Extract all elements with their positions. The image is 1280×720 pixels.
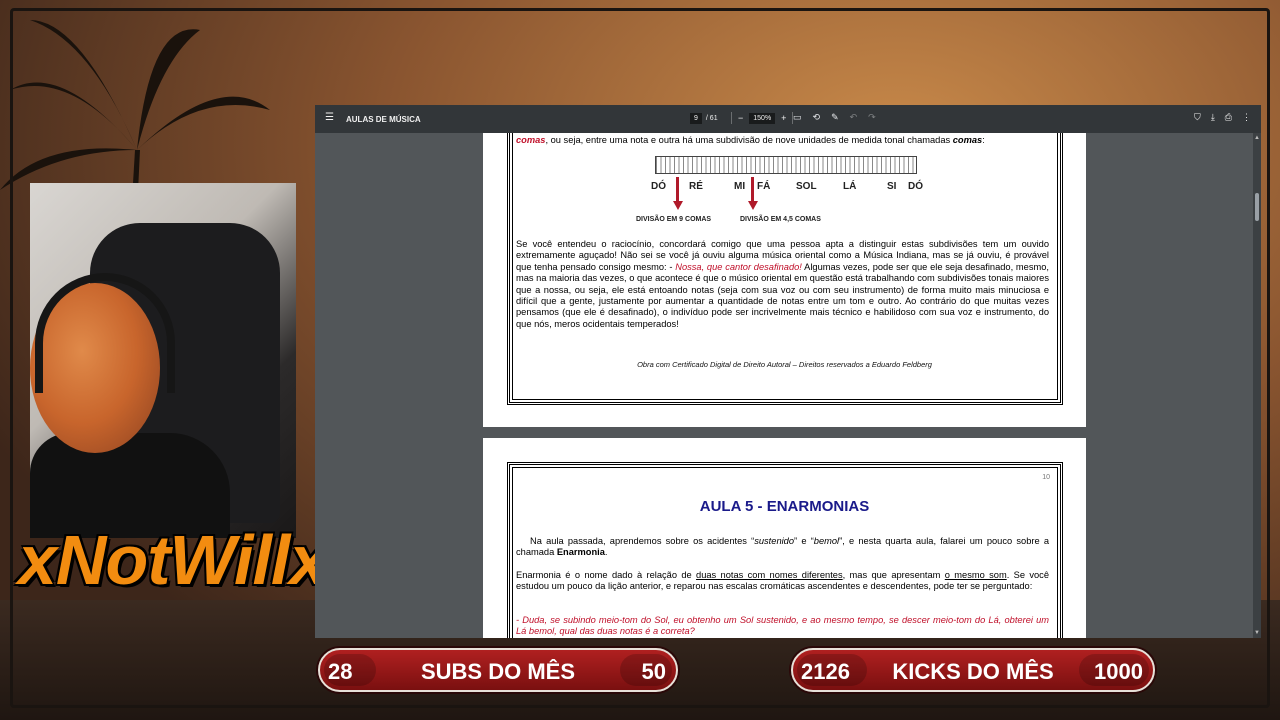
print-icon[interactable]: ⎙ (1225, 112, 1232, 123)
paragraph-ouvido: Se você entendeu o raciocínio, concordar… (516, 239, 1049, 330)
division-45-label: DIVISÃO EM 4,5 COMAS (740, 216, 821, 223)
toolbar-separator (731, 112, 732, 124)
pdf-toolbar: ☰ AULAS DE MÚSICA 9 / 61 − 150% + ▭ ⟲ ✎ … (315, 105, 1261, 133)
paragraph-intro: Na aula passada, aprendemos sobre os aci… (516, 536, 1049, 559)
rotate-icon[interactable]: ⟲ (813, 112, 821, 123)
p1-bemol: bemol (813, 536, 840, 546)
comma-ruler (655, 156, 917, 174)
scroll-thumb[interactable] (1255, 193, 1259, 221)
p1-text-a: Na aula passada, aprendemos sobre os aci… (530, 536, 755, 546)
download-icon[interactable]: ⤓ (1211, 112, 1215, 123)
p2-underline-1: duas notas com nomes diferentes (696, 570, 843, 580)
zoom-controls: − 150% + (731, 112, 794, 124)
division-9-label: DIVISÃO EM 9 COMAS (636, 216, 712, 223)
kicks-goal: 1000 (1094, 659, 1143, 684)
more-icon[interactable]: ⋮ (1242, 112, 1251, 123)
note-do: DÓ (651, 181, 666, 192)
page-number-input[interactable]: 9 (690, 113, 702, 124)
annotate-icon[interactable]: ✎ (831, 112, 839, 123)
note-fa: FÁ (757, 181, 771, 192)
menu-icon[interactable]: ☰ (325, 113, 335, 123)
page-number: 10 (1042, 474, 1050, 481)
pdf-page-10: 10 AULA 5 - ENARMONIAS Na aula passada, … (483, 438, 1086, 638)
subs-label: SUBS DO MÊS (420, 659, 576, 684)
arrow-left-head (672, 201, 683, 210)
p2-text-a: Enarmonia é o nome dado à relação de (516, 570, 697, 580)
note-sol: SOL (796, 181, 817, 192)
webcam-feed (30, 183, 296, 538)
arrow-right-head (747, 201, 758, 210)
undo-icon[interactable]: ↶ (850, 112, 858, 123)
p2-underline-2: o mesmo som (944, 570, 1007, 580)
zoom-out-icon[interactable]: − (738, 113, 743, 123)
zoom-level-input[interactable]: 150% (749, 112, 776, 124)
pdf-viewer: ☰ AULAS DE MÚSICA 9 / 61 − 150% + ▭ ⟲ ✎ … (315, 105, 1261, 638)
view-tools: ▭ ⟲ ✎ ↶ ↷ (793, 112, 876, 123)
note-mi: MI (734, 181, 746, 192)
intro-colon: : (982, 135, 985, 145)
note-si: SI (887, 181, 897, 192)
intro-comas: comas (516, 135, 546, 145)
intro-line: comas, ou seja, entre uma nota e outra h… (516, 135, 1048, 146)
arrow-right-shaft (751, 177, 754, 201)
paragraph-quote: Nossa, que cantor desafinado! (675, 261, 802, 272)
streamer-name: xNotWillx (18, 521, 328, 599)
p2-text-b: , mas que apresentam (842, 570, 945, 580)
note-do-high: DÓ (908, 181, 923, 192)
p1-period: . (604, 547, 608, 558)
scroll-up-icon[interactable]: ▲ (1254, 135, 1260, 141)
lesson-title: AULA 5 - ENARMONIAS (699, 498, 870, 515)
paragraph-definition: Enarmonia é o nome dado à relação de dua… (516, 570, 1049, 593)
page-total: / 61 (705, 115, 718, 122)
zoom-in-icon[interactable]: + (781, 113, 786, 123)
subs-goal-bar: 28 SUBS DO MÊS 50 (318, 648, 678, 692)
document-title: AULAS DE MÚSICA (346, 115, 421, 124)
pdf-document-area[interactable]: comas, ou seja, entre uma nota e outra h… (315, 133, 1253, 638)
kicks-goal-bar: 2126 KICKS DO MÊS 1000 (791, 648, 1155, 692)
note-la: LÁ (843, 181, 857, 192)
save-icon[interactable]: ⛉ (1194, 112, 1201, 123)
vertical-scrollbar[interactable]: ▲ ▼ (1253, 133, 1261, 638)
fit-page-icon[interactable]: ▭ (793, 112, 802, 123)
note-re: RÉ (689, 181, 703, 192)
arrow-left-shaft (676, 177, 679, 201)
file-actions: ⛉ ⤓ ⎙ ⋮ (1194, 112, 1251, 123)
p1-enarmonia: Enarmonia (556, 547, 605, 558)
p1-text-b: ” e “ (794, 536, 814, 546)
paragraph-question: - Duda, se subindo meio-tom do Sol, eu o… (516, 615, 1049, 637)
scroll-down-icon[interactable]: ▼ (1254, 630, 1260, 636)
intro-text: , ou seja, entre uma nota e outra há uma… (545, 135, 953, 145)
pdf-page-9: comas, ou seja, entre uma nota e outra h… (483, 133, 1086, 427)
page-indicator: 9 / 61 (690, 113, 718, 124)
p1-sustenido: sustenido (754, 536, 795, 546)
subs-goal: 50 (641, 659, 666, 684)
redo-icon[interactable]: ↷ (868, 112, 876, 123)
intro-comas-end: comas (952, 135, 983, 145)
copyright-footer: Obra com Certificado Digital de Direito … (637, 360, 932, 369)
